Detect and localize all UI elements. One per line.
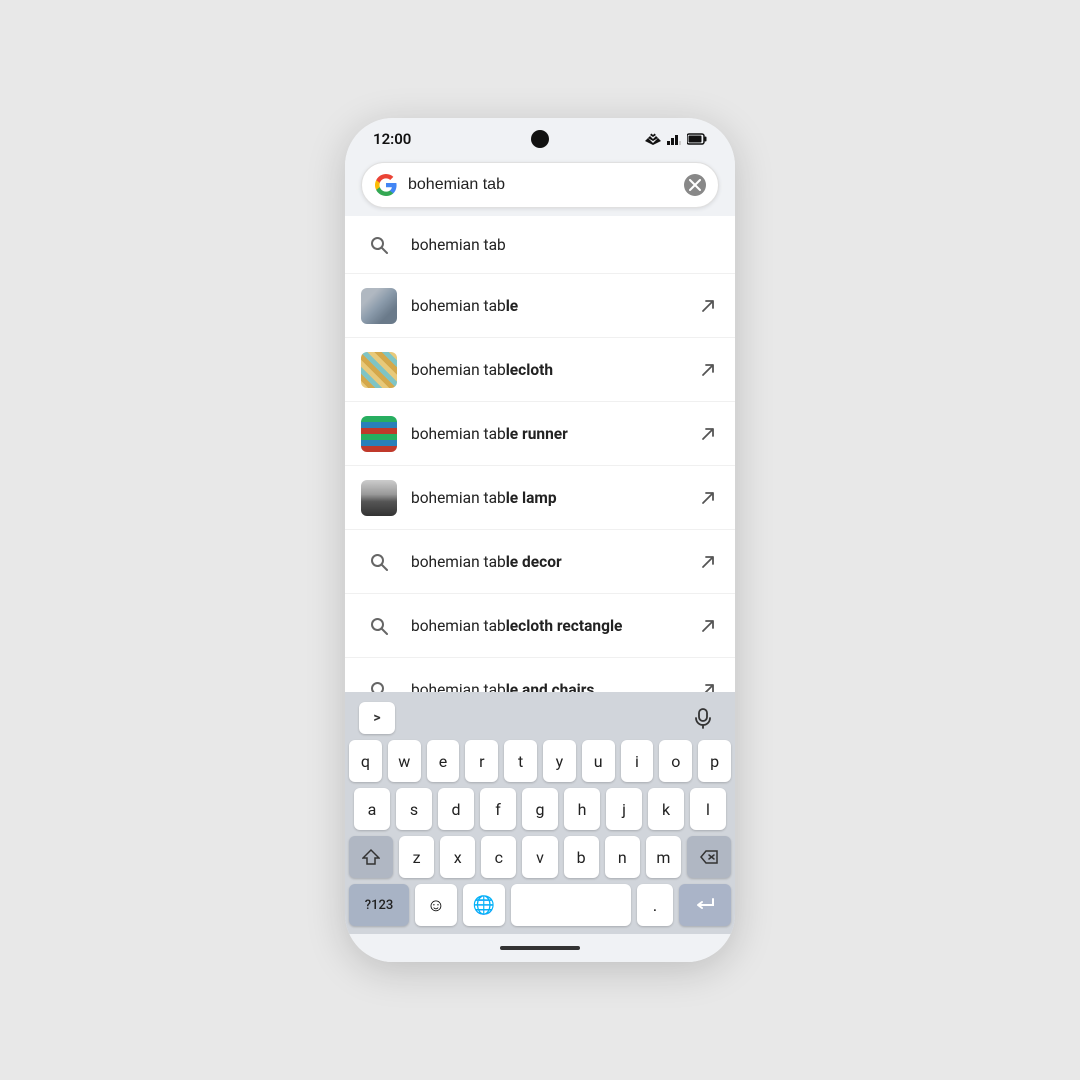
search-input[interactable] xyxy=(408,176,684,194)
mic-icon xyxy=(692,707,714,729)
suggestion-item[interactable]: bohemian table lamp xyxy=(345,466,735,530)
key-b[interactable]: b xyxy=(564,836,599,878)
home-indicator xyxy=(500,946,580,950)
suggestion-text: bohemian tablecloth xyxy=(411,361,697,379)
search-bar-container xyxy=(345,152,735,216)
key-p[interactable]: p xyxy=(698,740,731,782)
arrow-icon[interactable] xyxy=(697,679,719,693)
key-e[interactable]: e xyxy=(427,740,460,782)
key-backspace[interactable] xyxy=(687,836,731,878)
key-v[interactable]: v xyxy=(522,836,557,878)
suggestion-text: bohemian tablecloth rectangle xyxy=(411,617,697,635)
key-y[interactable]: y xyxy=(543,740,576,782)
key-u[interactable]: u xyxy=(582,740,615,782)
key-t[interactable]: t xyxy=(504,740,537,782)
keyboard-row-1: q w e r t y u i o p xyxy=(349,740,731,782)
key-s[interactable]: s xyxy=(396,788,432,830)
suggestion-thumbnail xyxy=(361,288,397,324)
arrow-icon[interactable] xyxy=(697,295,719,317)
status-icons xyxy=(645,133,707,145)
shift-icon xyxy=(362,848,380,866)
search-icon xyxy=(361,608,397,644)
search-icon xyxy=(361,672,397,693)
key-globe[interactable]: 🌐 xyxy=(463,884,505,926)
key-r[interactable]: r xyxy=(465,740,498,782)
suggestion-text: bohemian table xyxy=(411,297,697,315)
arrow-icon[interactable] xyxy=(697,359,719,381)
key-n[interactable]: n xyxy=(605,836,640,878)
enter-icon xyxy=(695,897,715,913)
front-camera xyxy=(531,130,549,148)
key-w[interactable]: w xyxy=(388,740,421,782)
key-123[interactable]: ?123 xyxy=(349,884,409,926)
key-l[interactable]: l xyxy=(690,788,726,830)
key-period[interactable]: . xyxy=(637,884,673,926)
search-icon xyxy=(361,544,397,580)
keyboard-row-3: z x c v b n m xyxy=(349,836,731,878)
key-a[interactable]: a xyxy=(354,788,390,830)
key-j[interactable]: j xyxy=(606,788,642,830)
suggestion-text: bohemian tab xyxy=(411,236,719,254)
suggestion-text: bohemian table decor xyxy=(411,553,697,571)
key-o[interactable]: o xyxy=(659,740,692,782)
search-icon xyxy=(361,227,397,263)
key-m[interactable]: m xyxy=(646,836,681,878)
keyboard-expand-button[interactable]: > xyxy=(359,702,395,734)
signal-icon xyxy=(667,133,681,145)
suggestion-item[interactable]: bohemian tab xyxy=(345,216,735,274)
suggestion-item[interactable]: bohemian table and chairs xyxy=(345,658,735,692)
suggestion-thumbnail xyxy=(361,416,397,452)
arrow-icon[interactable] xyxy=(697,423,719,445)
suggestion-item[interactable]: bohemian table xyxy=(345,274,735,338)
keyboard-bottom-row: ?123 ☺ 🌐 . xyxy=(349,884,731,926)
key-shift[interactable] xyxy=(349,836,393,878)
arrow-icon[interactable] xyxy=(697,487,719,509)
arrow-icon[interactable] xyxy=(697,615,719,637)
suggestion-text: bohemian table lamp xyxy=(411,489,697,507)
key-c[interactable]: c xyxy=(481,836,516,878)
backspace-icon xyxy=(700,850,718,864)
suggestions-list: bohemian tab bohemian table bohemian tab… xyxy=(345,216,735,692)
keyboard-mic-button[interactable] xyxy=(685,702,721,734)
key-i[interactable]: i xyxy=(621,740,654,782)
key-emoji[interactable]: ☺ xyxy=(415,884,457,926)
key-d[interactable]: d xyxy=(438,788,474,830)
wifi-icon xyxy=(645,133,661,145)
suggestion-text: bohemian table runner xyxy=(411,425,697,443)
battery-icon xyxy=(687,133,707,145)
search-bar[interactable] xyxy=(361,162,719,208)
suggestion-item[interactable]: bohemian tablecloth xyxy=(345,338,735,402)
key-k[interactable]: k xyxy=(648,788,684,830)
arrow-icon[interactable] xyxy=(697,551,719,573)
clear-button[interactable] xyxy=(684,174,706,196)
key-x[interactable]: x xyxy=(440,836,475,878)
suggestion-thumbnail xyxy=(361,480,397,516)
keyboard-row-2: a s d f g h j k l xyxy=(349,788,731,830)
key-q[interactable]: q xyxy=(349,740,382,782)
google-logo xyxy=(374,173,398,197)
suggestion-text: bohemian table and chairs xyxy=(411,681,697,693)
phone-frame: 12:00 xyxy=(345,118,735,962)
key-space[interactable] xyxy=(511,884,631,926)
suggestion-item[interactable]: bohemian tablecloth rectangle xyxy=(345,594,735,658)
status-bar: 12:00 xyxy=(345,118,735,152)
key-g[interactable]: g xyxy=(522,788,558,830)
suggestion-thumbnail xyxy=(361,352,397,388)
suggestion-item[interactable]: bohemian table decor xyxy=(345,530,735,594)
key-z[interactable]: z xyxy=(399,836,434,878)
key-h[interactable]: h xyxy=(564,788,600,830)
status-time: 12:00 xyxy=(373,130,411,148)
key-enter[interactable] xyxy=(679,884,731,926)
suggestion-item[interactable]: bohemian table runner xyxy=(345,402,735,466)
home-bar xyxy=(345,934,735,962)
keyboard: > q w e r t y u i o p a s d xyxy=(345,692,735,934)
keyboard-toolbar: > xyxy=(349,698,731,740)
key-f[interactable]: f xyxy=(480,788,516,830)
